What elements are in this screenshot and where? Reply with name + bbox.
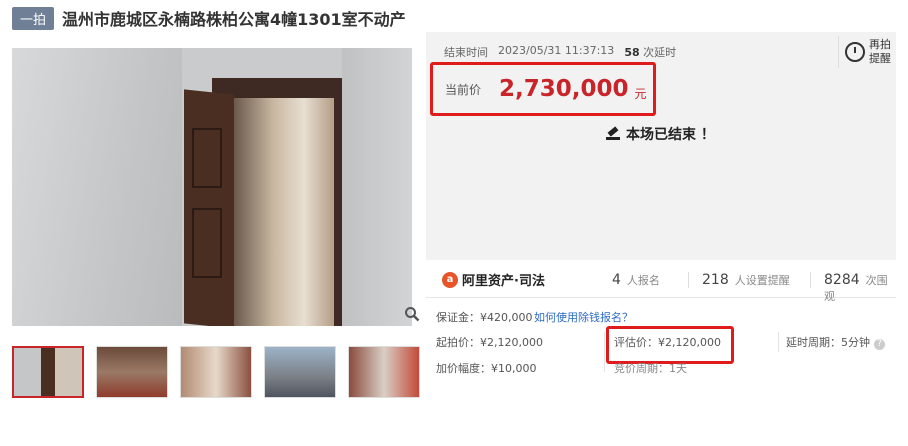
current-price-label: 当前价 [445,82,482,97]
delay-count: 58 [624,46,640,59]
photo-door-panel [192,128,222,188]
bid-period: 竞价周期：1天 [614,362,687,375]
remind-button[interactable]: 再拍 提醒 [838,36,898,68]
divider [604,332,605,372]
end-time-row: 结束时间 2023/05/31 11:37:13 58 次延时 [444,44,676,60]
bid-increment: 加价幅度：¥10,000 [436,362,537,375]
alarm-clock-icon [845,42,865,62]
gavel-icon [606,127,620,141]
photo-wall-left [12,48,182,326]
delay-period: 延时周期：5分钟 [786,336,870,349]
photo-door-panel [192,208,222,278]
thumbnail-strip [12,346,420,398]
ended-text: 本场已结束 ！ [626,127,715,143]
help-icon[interactable]: ? [874,339,885,350]
thumbnail-2[interactable] [96,346,168,398]
deposit-info: 保证金：¥420,000 [436,311,533,324]
signup-label: 人报名 [626,274,660,287]
photo-wall-right [342,48,412,326]
end-time-value: 2023/05/31 11:37:13 [498,44,615,57]
reminder-stat: 218 人设置提醒 [702,272,790,288]
thumbnail-3[interactable] [180,346,252,398]
deposit-help-link[interactable]: 如何使用除钱报名？ [534,309,633,325]
remind-line-2: 提醒 [869,52,891,65]
reminder-label: 人设置提醒 [734,274,790,287]
remind-line-1: 再拍 [869,38,891,51]
thumbnail-1[interactable] [12,346,84,398]
brand-name: 阿里资产·司法 [462,274,545,289]
ali-logo-icon: a [442,271,458,288]
ali-asset-logo[interactable]: a 阿里资产·司法 [442,270,545,289]
thumbnail-4[interactable] [264,346,336,398]
start-price: 起拍价：¥2,120,000 [436,336,543,349]
main-photo[interactable] [12,48,412,326]
signup-stat: 4 人报名 [612,272,660,288]
divider [778,332,779,352]
delay-period-row: 延时周期：5分钟? [786,334,885,350]
view-count: 8284 [824,272,860,288]
evaluation-price-highlight [606,326,734,364]
divider [810,272,811,288]
photo-hallway [234,98,334,326]
end-time-label: 结束时间 [444,46,488,59]
magnifier-icon[interactable] [404,306,424,326]
stats-row: a 阿里资产·司法 4 人报名 218 人设置提醒 8284 次围观 [426,262,896,303]
signup-count: 4 [612,272,621,288]
title-row: 一拍 温州市鹿城区永楠路株柏公寓4幢1301室不动产 [12,6,406,30]
divider [688,272,689,288]
auction-round-badge: 一拍 [12,6,55,30]
reminder-count: 218 [702,272,729,288]
currency-unit: 元 [634,86,647,101]
thumbnail-5[interactable] [348,346,420,398]
auction-ended-notice: 本场已结束 ！ [606,124,715,144]
delay-label: 次延时 [643,46,677,59]
current-price-value: 2,730,000 [499,76,629,102]
view-stat: 8284 次围观 [824,272,896,304]
page-title: 温州市鹿城区永楠路株柏公寓4幢1301室不动产 [62,10,406,29]
current-price-box: 当前价 2,730,000 元 [430,62,656,116]
